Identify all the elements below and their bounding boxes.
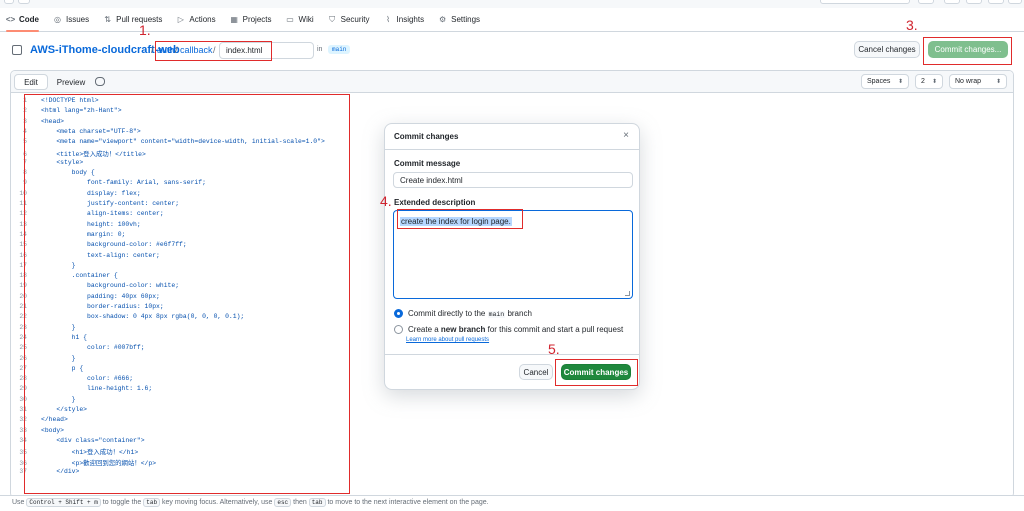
- commit-dialog: Commit changes × Commit message Extended…: [384, 123, 640, 390]
- wrap-mode-value: No wrap: [955, 78, 982, 85]
- annotation-box-commit-top: [923, 37, 1012, 65]
- editor-toolbar: Edit Preview Spaces ⬍ 2 ⬍ No wrap ⬍: [11, 71, 1013, 93]
- tab-actions[interactable]: ▷ Actions: [176, 8, 216, 32]
- tab-insights[interactable]: ⌇ Insights: [384, 8, 424, 32]
- keyboard-hint: Use Control + Shift + m to toggle the ta…: [0, 495, 1024, 511]
- path-separator: /: [151, 45, 154, 55]
- tab-pull-requests[interactable]: ⇅ Pull requests: [103, 8, 162, 32]
- tab-edit[interactable]: Edit: [14, 74, 48, 90]
- file-tree-toggle-icon[interactable]: [12, 45, 22, 55]
- annotation-box-path: [155, 41, 272, 61]
- shield-icon: ⛉: [329, 14, 336, 24]
- code-icon: <>: [5, 15, 16, 24]
- graph-icon: ⌇: [386, 15, 390, 24]
- branch-tag[interactable]: main: [328, 45, 351, 54]
- cancel-changes-button[interactable]: Cancel changes: [854, 41, 920, 58]
- kbd-esc: esc: [274, 498, 292, 507]
- search-partial[interactable]: [820, 0, 910, 4]
- kbd-toggle: Control + Shift + m: [26, 498, 101, 507]
- gear-icon: ⚙: [439, 15, 447, 24]
- menu-button-partial[interactable]: [4, 0, 14, 4]
- indent-size-value: 2: [921, 78, 925, 85]
- issues-icon: ◎: [54, 15, 61, 24]
- indent-mode-value: Spaces: [867, 78, 891, 85]
- radio-unselected-icon[interactable]: [394, 325, 403, 334]
- commit-directly-option[interactable]: Commit directly to the main branch: [394, 309, 532, 318]
- annotation-box-code: [24, 94, 350, 494]
- pull-request-icon: ⇅: [104, 15, 111, 24]
- tab-settings[interactable]: ⚙ Settings: [438, 8, 480, 32]
- divider: [385, 149, 639, 150]
- resize-handle-icon[interactable]: [625, 291, 630, 296]
- tab-preview[interactable]: Preview: [51, 75, 91, 89]
- tab-wiki[interactable]: ▭ Wiki: [286, 8, 313, 32]
- indent-size-select[interactable]: 2 ⬍: [915, 74, 943, 89]
- tab-security[interactable]: ⛉ Security: [328, 8, 369, 32]
- indent-mode-select[interactable]: Spaces ⬍: [861, 74, 909, 89]
- actions-icon: ▷: [177, 15, 184, 24]
- commit-message-input[interactable]: [393, 172, 633, 188]
- copilot-icon[interactable]: [95, 77, 105, 86]
- chevron-updown-icon: ⬍: [995, 79, 1001, 85]
- kbd-tab-2: tab: [308, 498, 326, 507]
- radio-selected-icon[interactable]: [394, 309, 403, 318]
- chevron-updown-icon: ⬍: [931, 79, 937, 85]
- chevron-updown-icon: ⬍: [897, 79, 903, 85]
- dialog-title: Commit changes: [394, 132, 459, 141]
- tab-projects[interactable]: ▦ Projects: [230, 8, 271, 32]
- wiki-icon: ▭: [286, 15, 294, 24]
- divider: [385, 354, 639, 355]
- header-button-partial[interactable]: [966, 0, 982, 4]
- wrap-mode-select[interactable]: No wrap ⬍: [949, 74, 1007, 89]
- repo-nav: <> Code ◎ Issues ⇅ Pull requests ▷ Actions ▦…: [0, 8, 1024, 32]
- projects-icon: ▦: [230, 15, 238, 24]
- tab-code[interactable]: <> Code: [6, 8, 39, 32]
- commit-message-label: Commit message: [394, 159, 461, 168]
- close-icon[interactable]: ×: [623, 130, 629, 141]
- kbd-tab: tab: [143, 498, 161, 507]
- logo-partial[interactable]: [18, 0, 30, 4]
- annotation-3: 3.: [906, 17, 918, 33]
- annotation-box-commit-modal: [555, 359, 638, 386]
- annotation-5: 5.: [548, 341, 560, 357]
- tab-issues[interactable]: ◎ Issues: [53, 8, 89, 32]
- header-button-partial[interactable]: [918, 0, 934, 4]
- cancel-button[interactable]: Cancel: [519, 364, 553, 380]
- extended-description-label: Extended description: [394, 198, 476, 207]
- avatar-partial[interactable]: [1008, 0, 1022, 4]
- annotation-1: 1.: [139, 22, 151, 38]
- annotation-4: 4.: [380, 193, 392, 209]
- learn-more-link[interactable]: Learn more about pull requests: [406, 337, 489, 343]
- in-label: in: [317, 46, 323, 53]
- annotation-box-description: [397, 209, 523, 229]
- header-button-partial[interactable]: [988, 0, 1004, 4]
- header-button-partial[interactable]: [944, 0, 960, 4]
- create-branch-option[interactable]: Create a new branch for this commit and …: [394, 325, 623, 334]
